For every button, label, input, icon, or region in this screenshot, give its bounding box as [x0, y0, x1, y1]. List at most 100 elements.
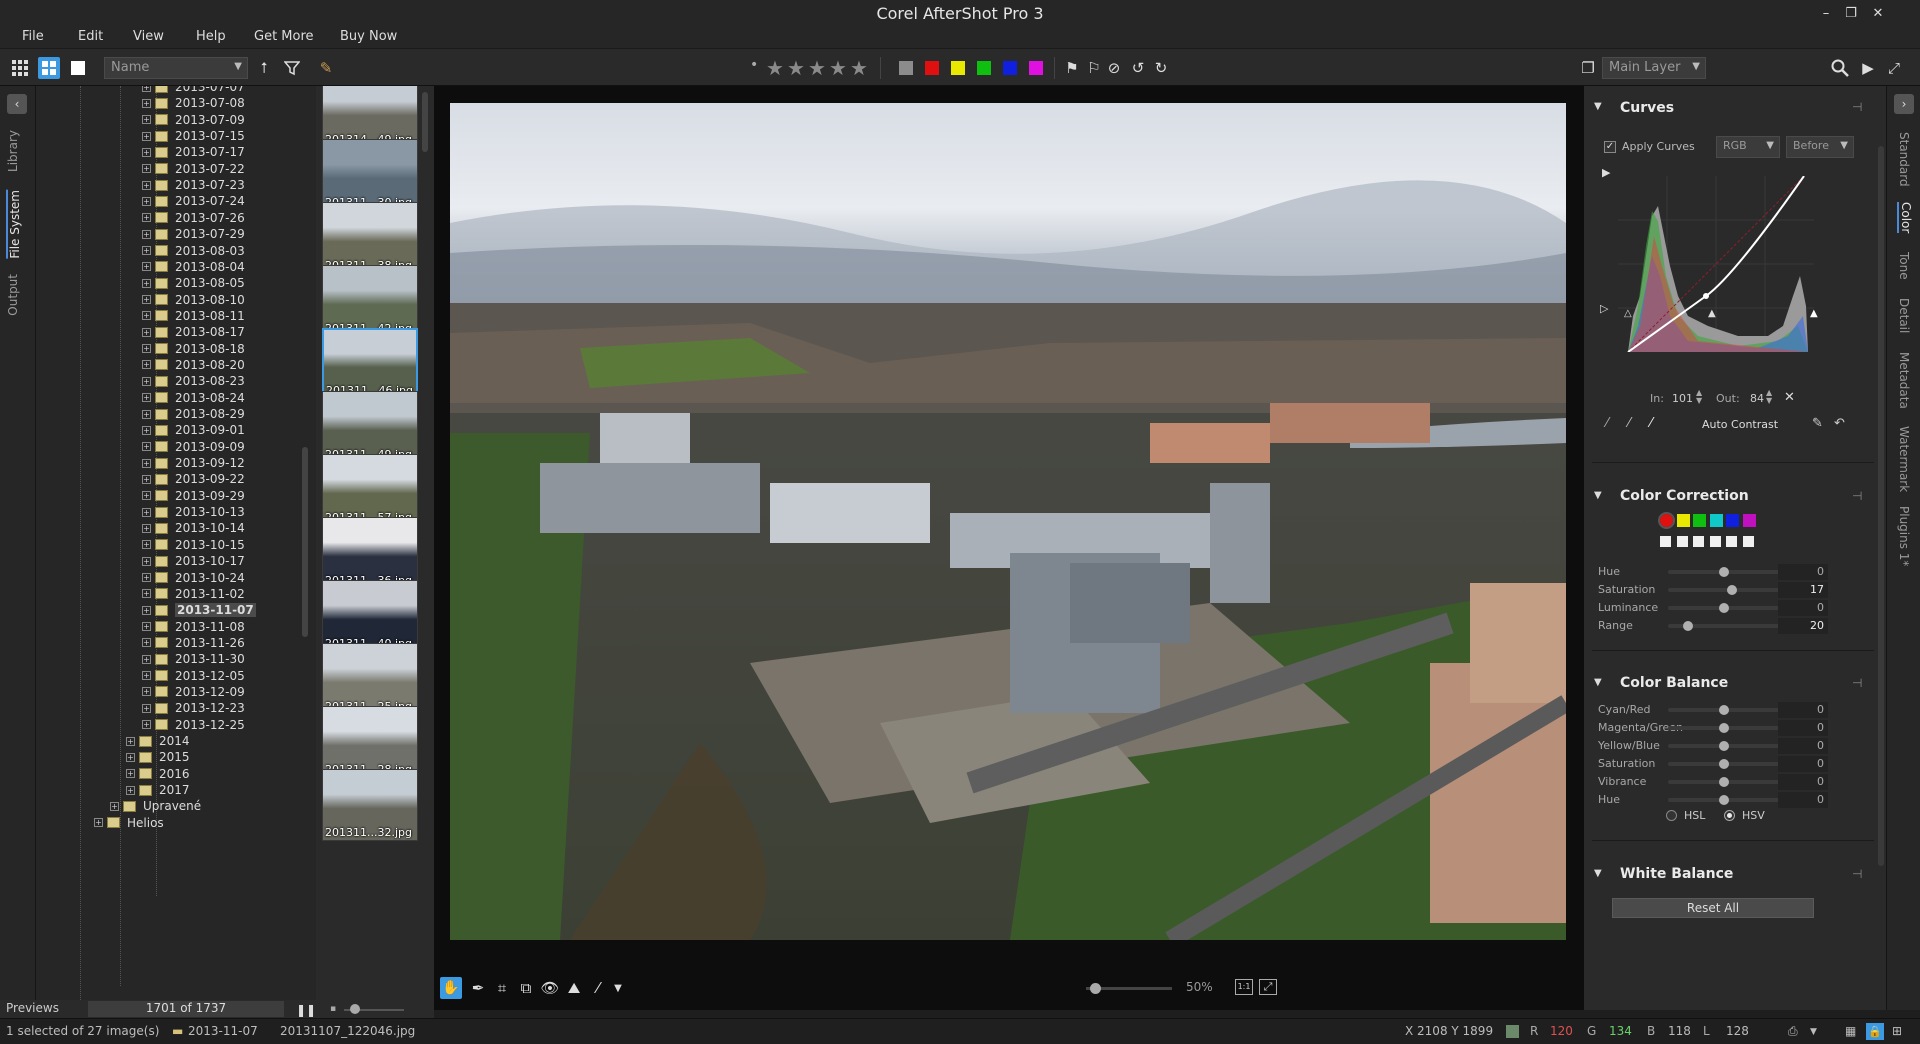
- section-collapse-icon[interactable]: ▼: [1594, 490, 1602, 501]
- slideshow-icon[interactable]: ▶: [1858, 58, 1878, 78]
- expand-icon[interactable]: +: [142, 262, 151, 272]
- thumbnail[interactable]: 201311...30.jpg: [322, 139, 418, 211]
- star-2-icon[interactable]: ★: [787, 56, 805, 80]
- slider-track[interactable]: [1668, 588, 1780, 592]
- expand-icon[interactable]: +: [142, 425, 151, 435]
- slider-knob[interactable]: [1719, 567, 1729, 577]
- pin-icon[interactable]: ⊣: [1852, 100, 1862, 114]
- expand-icon[interactable]: +: [142, 213, 151, 223]
- color-label-gray[interactable]: [899, 61, 913, 75]
- slider-knob[interactable]: [1719, 741, 1729, 751]
- filter-icon[interactable]: [282, 58, 302, 78]
- thumbnail[interactable]: 201311...42.jpg: [322, 265, 418, 337]
- expand-icon[interactable]: +: [142, 556, 151, 566]
- tab-library[interactable]: Library: [6, 130, 20, 172]
- menu-edit[interactable]: Edit: [78, 29, 103, 44]
- thumbnail[interactable]: 201311...38.jpg: [322, 202, 418, 274]
- curves-edit-icon[interactable]: ✎: [1812, 416, 1823, 431]
- color-correction-target[interactable]: [1660, 536, 1671, 547]
- gray-eyedropper-icon[interactable]: ⁄: [1628, 416, 1630, 431]
- tab-output[interactable]: Output: [6, 274, 20, 316]
- expand-icon[interactable]: +: [126, 752, 135, 762]
- pan-hand-icon[interactable]: ✋: [440, 977, 462, 999]
- panel-scrollbar[interactable]: [1878, 106, 1884, 886]
- menu-view[interactable]: View: [133, 29, 164, 44]
- pin-icon[interactable]: ⊣: [1852, 489, 1862, 503]
- tab-plugins[interactable]: Plugins 1*: [1897, 506, 1911, 566]
- expand-icon[interactable]: +: [126, 769, 135, 779]
- curves-mode-select[interactable]: Before ▼: [1786, 136, 1854, 158]
- menu-help[interactable]: Help: [196, 29, 226, 44]
- menu-get-more[interactable]: Get More: [254, 29, 314, 44]
- rating-clear-dot[interactable]: •: [750, 57, 758, 73]
- status-grid-icon[interactable]: ⊞: [1892, 1024, 1902, 1038]
- section-collapse-icon[interactable]: ▼: [1594, 677, 1602, 688]
- delete-point-icon[interactable]: ✕: [1784, 390, 1795, 405]
- expand-icon[interactable]: +: [142, 638, 151, 648]
- tree-item[interactable]: + Helios: [94, 813, 164, 833]
- sort-order-icon[interactable]: ⭡: [254, 58, 274, 78]
- expand-icon[interactable]: +: [142, 164, 151, 174]
- layers-icon[interactable]: ❐: [1578, 58, 1598, 78]
- color-correction-swatch[interactable]: [1709, 514, 1723, 527]
- tab-detail[interactable]: Detail: [1897, 298, 1911, 333]
- expand-icon[interactable]: +: [142, 131, 151, 141]
- split-view-icon[interactable]: [38, 57, 60, 79]
- expand-icon[interactable]: +: [142, 98, 151, 108]
- expand-icon[interactable]: +: [142, 703, 151, 713]
- slider-knob[interactable]: [1726, 585, 1737, 595]
- rotate-right-icon[interactable]: ↻: [1151, 58, 1171, 78]
- color-correction-target[interactable]: [1709, 536, 1721, 547]
- expand-icon[interactable]: +: [142, 229, 151, 239]
- expand-icon[interactable]: +: [142, 360, 151, 370]
- slider-value[interactable]: 17: [1778, 582, 1828, 598]
- tab-metadata[interactable]: Metadata: [1897, 352, 1911, 409]
- color-correction-swatch[interactable]: [1676, 514, 1690, 527]
- search-icon[interactable]: [1830, 58, 1850, 78]
- flag-pick-icon[interactable]: ⚑: [1062, 58, 1082, 78]
- expand-icon[interactable]: +: [110, 801, 119, 811]
- panel-scroll-thumb[interactable]: [1878, 146, 1884, 866]
- color-label-green[interactable]: [977, 61, 991, 75]
- straighten-icon[interactable]: ⧉: [516, 978, 536, 998]
- collapse-left-icon[interactable]: ‹: [7, 94, 27, 114]
- tab-tone[interactable]: Tone: [1897, 252, 1911, 280]
- expand-icon[interactable]: +: [142, 507, 151, 517]
- expand-icon[interactable]: +: [142, 474, 151, 484]
- star-5-icon[interactable]: ★: [850, 56, 868, 80]
- out-stepper-icon[interactable]: ▲ ▼: [1766, 389, 1772, 405]
- expand-icon[interactable]: +: [142, 311, 151, 321]
- expand-icon[interactable]: +: [142, 573, 151, 582]
- slider-value[interactable]: 0: [1778, 774, 1828, 790]
- eyedropper-icon[interactable]: ✒: [468, 978, 488, 998]
- expand-icon[interactable]: +: [142, 540, 151, 550]
- star-1-icon[interactable]: ★: [766, 56, 784, 80]
- expand-icon[interactable]: +: [142, 295, 151, 305]
- color-correction-target[interactable]: [1726, 536, 1737, 547]
- curves-graph[interactable]: [1618, 175, 1814, 353]
- color-correction-target[interactable]: [1676, 536, 1688, 547]
- flag-clear-icon[interactable]: ⊘: [1104, 58, 1124, 78]
- status-stamp-icon[interactable]: ⎙: [1788, 1024, 1798, 1039]
- hsv-radio[interactable]: [1724, 810, 1735, 821]
- thumbnail[interactable]: 201311...40.jpg: [322, 580, 418, 652]
- slider-value[interactable]: 0: [1778, 720, 1828, 736]
- heal-icon[interactable]: ⛰: [564, 978, 584, 998]
- chevron-down-icon[interactable]: ▼: [608, 978, 628, 998]
- pause-icon[interactable]: ❚❚: [296, 1003, 316, 1017]
- main-photo[interactable]: [450, 103, 1566, 940]
- tab-file-system[interactable]: File System: [6, 190, 22, 259]
- rotate-left-icon[interactable]: ↺: [1128, 58, 1148, 78]
- expand-icon[interactable]: +: [142, 246, 151, 255]
- thumbnail[interactable]: 201311...57.jpg: [322, 454, 418, 526]
- midpoint-triangle-icon[interactable]: ▲: [1708, 308, 1716, 319]
- expand-icon[interactable]: +: [142, 376, 151, 386]
- expand-icon[interactable]: +: [126, 736, 135, 746]
- slider-value[interactable]: 20: [1778, 618, 1828, 634]
- batch-brush-icon[interactable]: ✎: [316, 58, 336, 78]
- tab-standard[interactable]: Standard: [1897, 132, 1911, 187]
- slider-value[interactable]: 0: [1778, 756, 1828, 772]
- color-correction-swatch[interactable]: [1658, 512, 1675, 529]
- expand-icon[interactable]: +: [142, 327, 151, 337]
- white-eyedropper-icon[interactable]: ⁄: [1650, 416, 1652, 431]
